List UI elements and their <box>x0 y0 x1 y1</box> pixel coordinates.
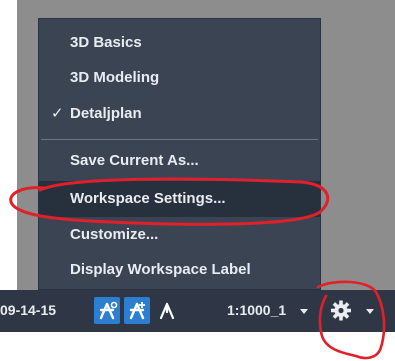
menu-item-save-current-as[interactable]: Save Current As... <box>39 143 320 179</box>
auto-scale-icon <box>129 302 145 320</box>
menu-item-3d-modeling[interactable]: 3D Modeling <box>39 60 320 96</box>
menu-item-detaljplan[interactable]: ✓ Detaljplan <box>39 96 320 132</box>
menu-item-label: 3D Basics <box>70 34 142 51</box>
annotation-visibility-icon <box>99 301 118 320</box>
workspace-switching-menu: 3D Basics 3D Modeling ✓ Detaljplan Save … <box>38 18 321 290</box>
menu-item-display-workspace-label[interactable]: Display Workspace Label <box>39 252 320 288</box>
auto-scale-button[interactable] <box>124 297 150 324</box>
menu-item-label: Display Workspace Label <box>70 261 251 278</box>
menu-item-label: Detaljplan <box>70 105 142 122</box>
status-date-text: 09-14-15 <box>0 302 57 318</box>
menu-item-label: Customize... <box>70 226 159 243</box>
annotation-scale-button[interactable] <box>154 297 180 324</box>
menu-item-label: 3D Modeling <box>70 69 160 86</box>
gear-icon <box>331 300 351 321</box>
annotation-scale-value[interactable]: 1:1000_1 <box>227 302 286 318</box>
menu-separator <box>41 139 318 140</box>
annotation-scale-icon <box>159 302 175 320</box>
menu-item-3d-basics[interactable]: 3D Basics <box>39 25 320 61</box>
menu-item-label: Save Current As... <box>70 152 199 169</box>
menu-item-label: Workspace Settings... <box>70 190 226 207</box>
chevron-down-icon[interactable] <box>300 309 308 314</box>
menu-item-workspace-settings[interactable]: Workspace Settings... <box>39 181 320 217</box>
workspace-switching-button[interactable] <box>329 297 353 324</box>
menu-item-customize[interactable]: Customize... <box>39 217 320 253</box>
check-icon: ✓ <box>51 105 64 122</box>
status-bar: 09-14-15 1:1000_1 <box>0 290 395 332</box>
annotation-visibility-button[interactable] <box>94 297 120 324</box>
chevron-down-icon[interactable] <box>366 309 374 314</box>
